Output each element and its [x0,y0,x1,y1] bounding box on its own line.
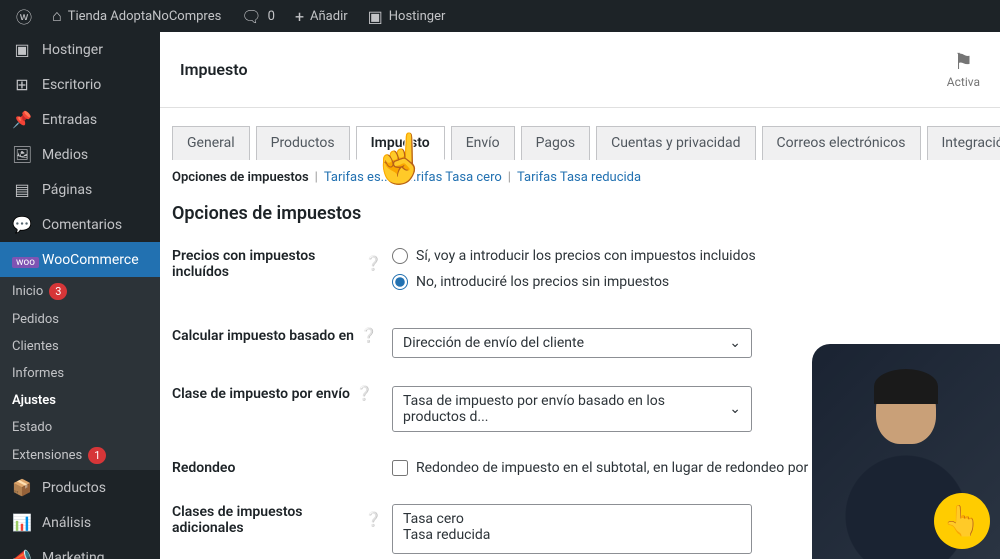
analytics-icon: 📊 [12,513,32,532]
site-name: Tienda AdoptaNoCompres [68,9,222,24]
tax-subtabs: Opciones de impuestos|Tarifas es...|...r… [172,170,988,185]
chevron-down-icon: ⌄ [729,401,741,417]
page-header: Impuesto ⚑ Activa [160,32,1000,108]
help-icon[interactable]: ❔ [365,256,382,272]
page-icon: ▤ [12,180,32,199]
comment-icon: 🗨 [241,7,261,26]
label-shipping-class: Clase de impuesto por envío [172,386,350,402]
admin-sidebar: ▣ Hostinger ⊞ Escritorio 📌 Entradas 🖼 Medios ▤ Pá… [0,32,160,559]
badge: 1 [88,447,106,464]
sidebar-item-label: Hostinger [42,42,103,58]
sidebar-item-productos[interactable]: 📦 Productos [0,470,160,505]
sidebar-item-análisis[interactable]: 📊 Análisis [0,505,160,540]
tab-correos-electrónicos[interactable]: Correos electrónicos [762,126,921,160]
flag-icon: ⚑ [947,50,980,75]
sidebar-item-hostinger[interactable]: ▣ Hostinger [0,32,160,67]
section-title: Opciones de impuestos [172,203,988,224]
select-calc-based[interactable]: Dirección de envío del cliente⌄ [392,328,752,358]
comment-icon: 💬 [12,215,32,234]
activity-label: Activa [947,75,980,89]
label-additional-classes: Clases de impuestos adicionales [172,504,359,536]
wordpress-icon: ⓦ [16,4,32,28]
submenu-pedidos[interactable]: Pedidos [0,306,160,333]
textarea-additional-classes[interactable]: Tasa cero Tasa reducida [392,504,752,554]
hostinger-icon: ▣ [12,40,32,59]
sidebar-item-medios[interactable]: 🖼 Medios [0,137,160,172]
hostinger-icon: ▣ [368,7,383,26]
sidebar-item-label: Marketing [42,550,105,559]
sidebar-item-comentarios[interactable]: 💬 Comentarios [0,207,160,242]
submenu-extensiones[interactable]: Extensiones1 [0,441,160,470]
admin-topbar: ⓦ ⌂Tienda AdoptaNoCompres 🗨0 +Añadir ▣Ho… [0,0,1000,32]
home-icon: ⌂ [52,6,62,26]
media-icon: 🖼 [12,145,32,164]
page-title: Impuesto [180,60,248,79]
add-label: Añadir [310,9,348,24]
sidebar-item-label: Medios [42,147,88,163]
wp-logo[interactable]: ⓦ [8,0,40,32]
site-link[interactable]: ⌂ Tienda AdoptaNoCompres [44,0,229,32]
submenu-informes[interactable]: Informes [0,360,160,387]
sidebar-item-entradas[interactable]: 📌 Entradas [0,102,160,137]
product-icon: 📦 [12,478,32,497]
label-calc-based: Calcular impuesto basado en [172,328,354,344]
select-shipping-class[interactable]: Tasa de impuesto por envío basado en los… [392,386,752,432]
comments-link[interactable]: 🗨0 [233,0,283,32]
hostinger-label: Hostinger [389,9,446,24]
dashboard-icon: ⊞ [12,75,32,94]
settings-tabs: GeneralProductosImpuestoEnvíoPagosCuenta… [172,126,988,160]
tab-impuesto[interactable]: Impuesto [356,126,445,160]
submenu-clientes[interactable]: Clientes [0,333,160,360]
sidebar-item-label: Escritorio [42,77,101,93]
sidebar-item-label: Páginas [42,182,92,198]
sidebar-item-páginas[interactable]: ▤ Páginas [0,172,160,207]
label-prices-include: Precios con impuestos incluídos [172,248,359,280]
sidebar-item-woocommerce[interactable]: woo WooCommerce [0,242,160,277]
tab-productos[interactable]: Productos [256,126,350,160]
tab-general[interactable]: General [172,126,250,160]
activity-panel[interactable]: ⚑ Activa [947,50,980,89]
sidebar-item-label: Productos [42,480,106,496]
submenu-inicio[interactable]: Inicio3 [0,277,160,306]
submenu-ajustes[interactable]: Ajustes [0,387,160,414]
add-new-link[interactable]: + Añadir [287,0,356,32]
sidebar-item-label: WooCommerce [42,252,139,268]
chevron-down-icon: ⌄ [729,335,741,351]
pin-icon: 📌 [12,110,32,129]
row-prices-include: Precios con impuestos incluídos ❔ Sí, voy… [172,234,988,314]
subtab[interactable]: Tarifas Tasa reducida [517,170,641,185]
tab-integración[interactable]: Integración [927,126,1000,160]
marketing-icon: 📣 [12,548,32,559]
plus-icon: + [295,7,304,26]
hand-badge-icon: 👆 [934,493,990,549]
woo-icon: woo [12,250,32,269]
sidebar-item-label: Entradas [42,112,97,128]
subtab[interactable]: ...rifas Tasa cero [406,170,502,185]
radio-prices-yes[interactable]: Sí, voy a introducir los precios con imp… [392,248,988,264]
woocommerce-submenu: Inicio3PedidosClientesInformesAjustesEst… [0,277,160,470]
tab-cuentas-y-privacidad[interactable]: Cuentas y privacidad [596,126,755,160]
help-icon[interactable]: ❔ [356,386,373,402]
submenu-estado[interactable]: Estado [0,414,160,441]
label-rounding: Redondeo [172,460,235,476]
hostinger-link[interactable]: ▣ Hostinger [360,0,454,32]
help-icon[interactable]: ❔ [365,512,382,528]
subtab[interactable]: Opciones de impuestos [172,170,309,185]
subtab[interactable]: Tarifas es... [324,170,391,185]
sidebar-item-escritorio[interactable]: ⊞ Escritorio [0,67,160,102]
tab-envío[interactable]: Envío [451,126,515,160]
radio-prices-no[interactable]: No, introduciré los precios sin impuesto… [392,274,988,290]
sidebar-item-marketing[interactable]: 📣 Marketing [0,540,160,559]
tab-pagos[interactable]: Pagos [521,126,590,160]
sidebar-item-label: Análisis [42,515,91,531]
comments-count: 0 [268,9,275,24]
badge: 3 [49,283,67,300]
sidebar-item-label: Comentarios [42,217,122,233]
help-icon[interactable]: ❔ [360,328,377,344]
